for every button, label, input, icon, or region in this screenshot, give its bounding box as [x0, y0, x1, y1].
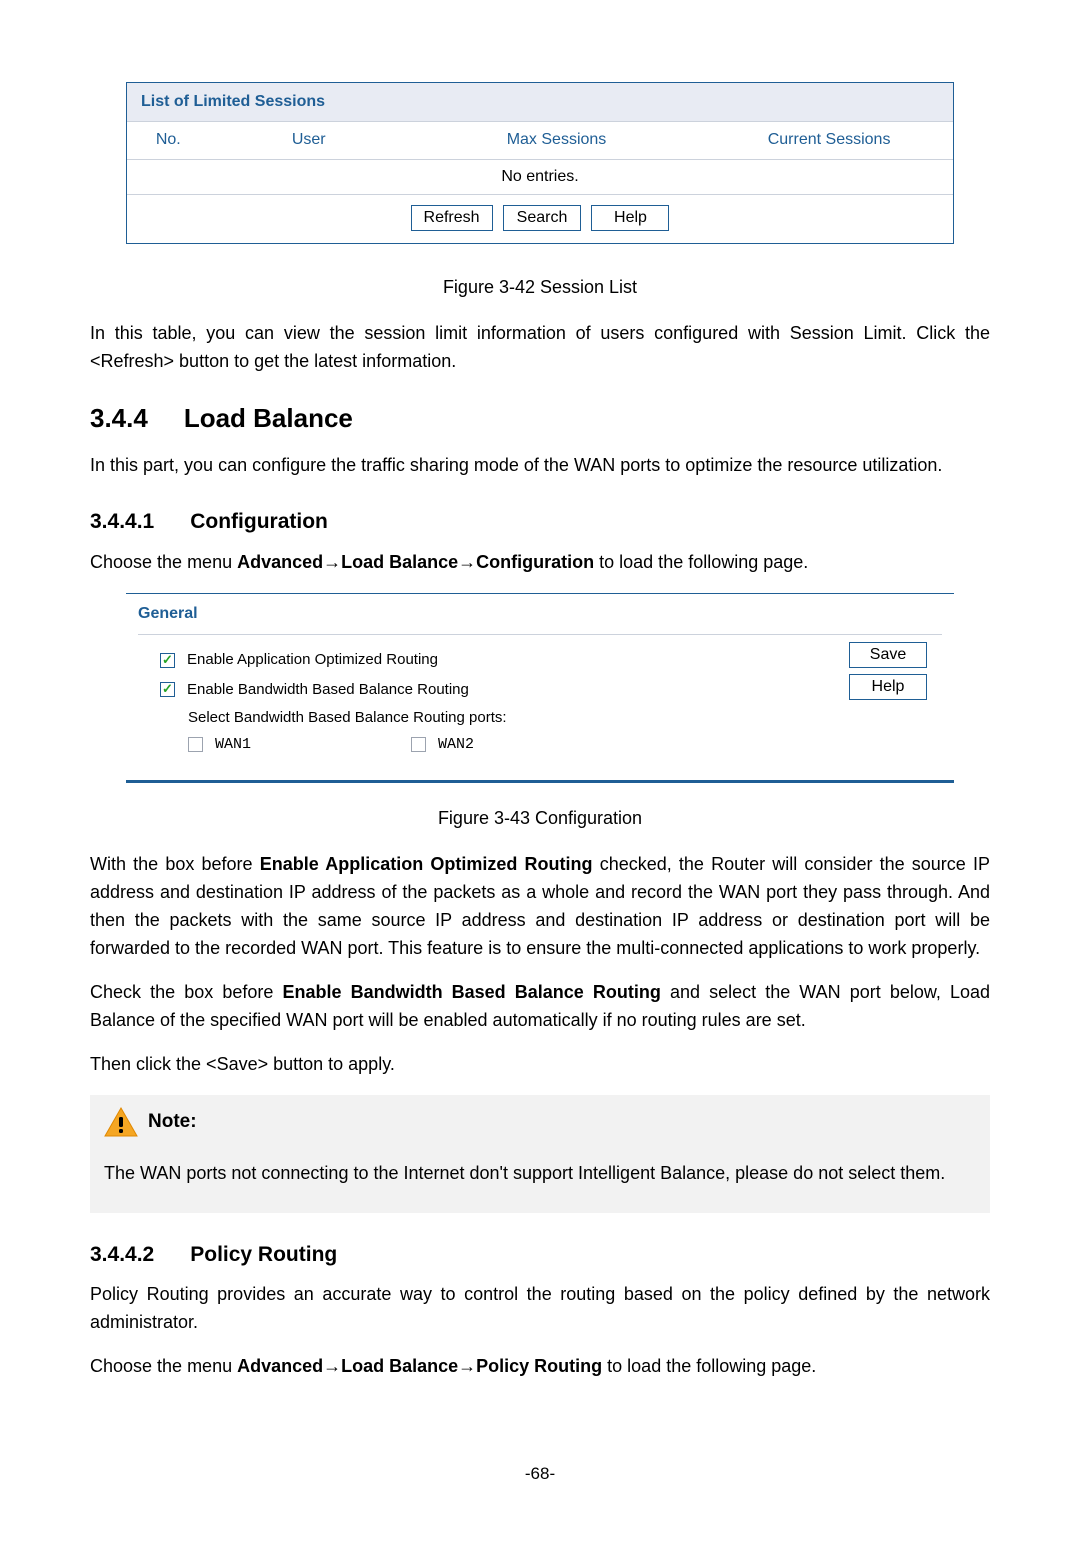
heading-3-4-4: 3.4.4 Load Balance [90, 398, 990, 438]
figure-caption-43: Figure 3-43 Configuration [90, 805, 990, 833]
session-list-header: No. User Max Sessions Current Sessions [127, 122, 953, 160]
col-user: User [210, 122, 408, 159]
save-button[interactable]: Save [849, 642, 927, 668]
heading-3-4-4-1-num: 3.4.4.1 [90, 510, 154, 533]
col-no: No. [127, 122, 210, 159]
col-current: Current Sessions [705, 122, 953, 159]
label-wan2: WAN2 [438, 733, 474, 756]
para-choose-policy: Choose the menu Advanced→Load Balance→Po… [90, 1353, 990, 1381]
general-title: General [126, 594, 954, 635]
para8b: Advanced→Load Balance→Policy Routing [237, 1356, 602, 1376]
search-button[interactable]: Search [503, 205, 581, 231]
checkbox-wan2[interactable] [411, 737, 426, 752]
label-bandwidth-balance: Enable Bandwidth Based Balance Routing [187, 678, 469, 701]
session-list-noentry: No entries. [127, 160, 953, 196]
para-opt-routing: With the box before Enable Application O… [90, 851, 990, 963]
para4a: With the box before [90, 854, 260, 874]
note-box: Note: The WAN ports not connecting to th… [90, 1095, 990, 1213]
para5b: Enable Bandwidth Based Balance Routing [282, 982, 660, 1002]
label-select-ports: Select Bandwidth Based Balance Routing p… [126, 704, 954, 731]
checkbox-wan1[interactable] [188, 737, 203, 752]
para3b: Advanced→Load Balance→Configuration [237, 552, 594, 572]
label-app-optimized: Enable Application Optimized Routing [187, 648, 438, 671]
para4b: Enable Application Optimized Routing [260, 854, 593, 874]
note-label: Note: [148, 1107, 197, 1136]
heading-3-4-4-2: 3.4.4.2 Policy Routing [90, 1239, 990, 1272]
note-body: The WAN ports not connecting to the Inte… [104, 1155, 976, 1191]
para-bandwidth-routing: Check the box before Enable Bandwidth Ba… [90, 979, 990, 1035]
help-button-general[interactable]: Help [849, 674, 927, 700]
refresh-button[interactable]: Refresh [411, 205, 493, 231]
para-click-save: Then click the <Save> button to apply. [90, 1051, 990, 1079]
warning-icon [104, 1107, 138, 1137]
figure-caption-42: Figure 3-42 Session List [90, 274, 990, 302]
heading-3-4-4-2-text: Policy Routing [190, 1243, 337, 1266]
para3a: Choose the menu [90, 552, 237, 572]
heading-3-4-4-2-num: 3.4.4.2 [90, 1243, 154, 1266]
general-panel: General Save Help ✓ Enable Application O… [126, 593, 954, 784]
para-loadbalance-intro: In this part, you can configure the traf… [90, 452, 990, 480]
help-button[interactable]: Help [591, 205, 669, 231]
para-policy-routing: Policy Routing provides an accurate way … [90, 1281, 990, 1337]
checkbox-bandwidth-balance[interactable]: ✓ [160, 682, 175, 697]
label-wan1: WAN1 [215, 733, 251, 756]
para5a: Check the box before [90, 982, 282, 1002]
session-list-title: List of Limited Sessions [127, 83, 953, 122]
para-choose-config: Choose the menu Advanced→Load Balance→Co… [90, 549, 990, 577]
para3c: to load the following page. [594, 552, 808, 572]
heading-3-4-4-num: 3.4.4 [90, 403, 148, 433]
para-session-desc: In this table, you can view the session … [90, 320, 990, 376]
session-list-panel: List of Limited Sessions No. User Max Se… [126, 82, 954, 244]
para8c: to load the following page. [602, 1356, 816, 1376]
session-list-buttons: Refresh Search Help [127, 195, 953, 243]
heading-3-4-4-text: Load Balance [184, 403, 353, 433]
col-max: Max Sessions [408, 122, 705, 159]
page-number: -68- [90, 1461, 990, 1487]
para8a: Choose the menu [90, 1356, 237, 1376]
checkbox-app-optimized[interactable]: ✓ [160, 653, 175, 668]
heading-3-4-4-1-text: Configuration [190, 510, 328, 533]
heading-3-4-4-1: 3.4.4.1 Configuration [90, 506, 990, 539]
